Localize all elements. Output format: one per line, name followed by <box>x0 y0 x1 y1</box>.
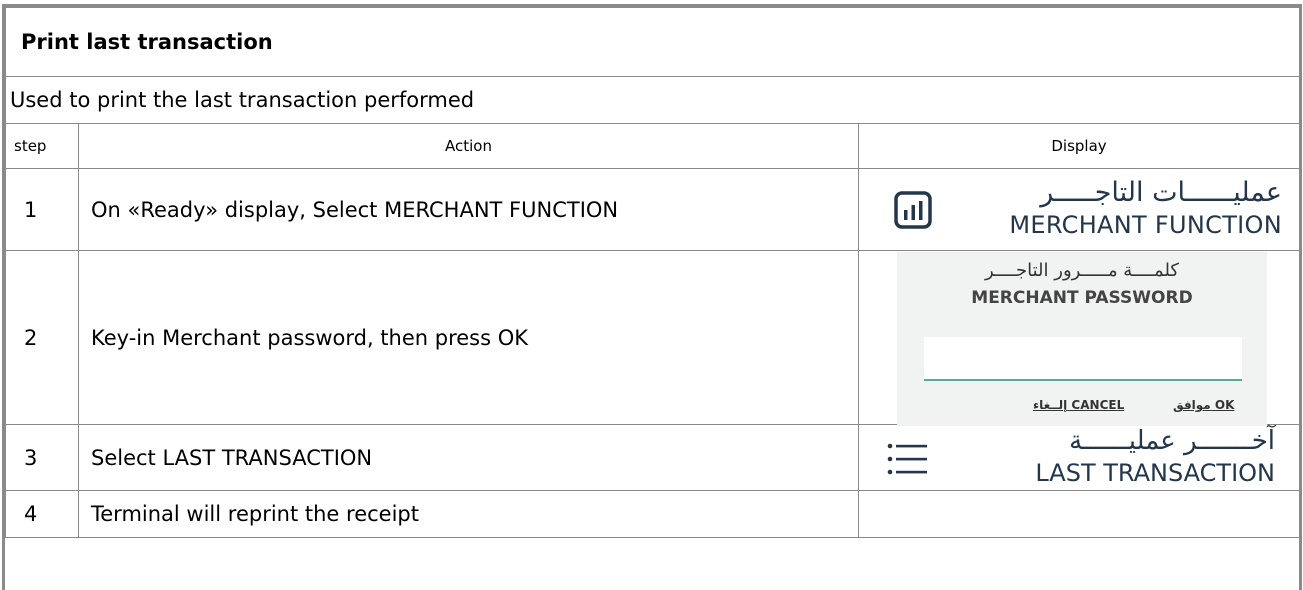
merchant-password-title: MERCHANT PASSWORD <box>971 288 1193 308</box>
section-title: Print last transaction <box>5 7 1299 77</box>
step-number: 2 <box>5 250 79 425</box>
list-icon <box>887 443 927 475</box>
ok-button[interactable]: موافق OK <box>1173 398 1234 412</box>
step-action: Terminal will reprint the receipt <box>78 490 859 538</box>
section-description: Used to print the last transaction perfo… <box>5 76 1299 124</box>
header-display: Display <box>857 123 1299 169</box>
step-number: 4 <box>5 490 79 538</box>
cancel-button[interactable]: إلــغاء CANCEL <box>1033 398 1124 412</box>
step-display: عمليــــــات التاجـــــر MERCHANT FUNCTI… <box>857 168 1299 251</box>
step-action: Select LAST TRANSACTION <box>78 424 859 491</box>
table-row: 3 Select LAST TRANSACTION آخـــــــر عمل… <box>5 424 1299 491</box>
merchant-function-display: عمليــــــات التاجـــــر MERCHANT FUNCTI… <box>892 177 1282 241</box>
step-number: 3 <box>5 424 79 491</box>
step-action: On «Ready» display, Select MERCHANT FUNC… <box>78 168 859 251</box>
password-input[interactable] <box>924 337 1242 381</box>
procedure-table: Print last transaction Used to print the… <box>2 4 1302 590</box>
merchant-function-label: MERCHANT FUNCTION <box>1009 211 1282 239</box>
last-transaction-display: آخـــــــر عمليــــــة LAST TRANSACTION <box>885 426 1285 488</box>
step-number: 1 <box>5 168 79 251</box>
merchant-password-screen: كلمــــة مـــــرور التاجــــر MERCHANT P… <box>897 252 1267 426</box>
header-step: step <box>5 123 79 169</box>
table-row: 2 Key-in Merchant password, then press O… <box>5 250 1299 426</box>
last-transaction-arabic: آخـــــــر عمليــــــة <box>1069 426 1275 456</box>
last-transaction-label: LAST TRANSACTION <box>1035 459 1275 487</box>
step-display <box>857 490 1299 538</box>
merchant-function-arabic: عمليــــــات التاجـــــر <box>1040 177 1282 208</box>
step-display: كلمــــة مـــــرور التاجــــر MERCHANT P… <box>857 250 1299 426</box>
step-action: Key-in Merchant password, then press OK <box>78 250 859 425</box>
table-row: 4 Terminal will reprint the receipt <box>5 490 1299 538</box>
step-display: آخـــــــر عمليــــــة LAST TRANSACTION <box>857 424 1299 491</box>
merchant-password-arabic: كلمــــة مـــــرور التاجــــر <box>984 260 1179 281</box>
table-row: 1 On «Ready» display, Select MERCHANT FU… <box>5 168 1299 251</box>
bar-chart-icon <box>894 191 932 229</box>
header-action: Action <box>78 123 859 169</box>
